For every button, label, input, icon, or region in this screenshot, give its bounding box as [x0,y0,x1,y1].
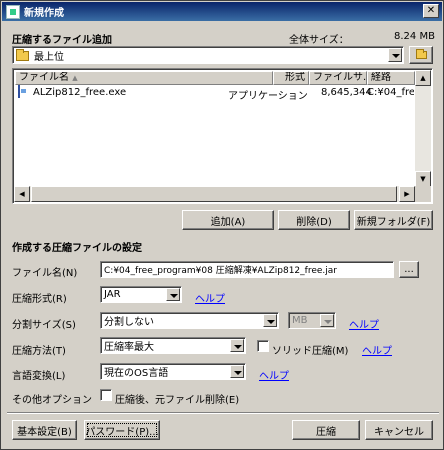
split-unit-select: MB [288,312,336,329]
folder-up-icon [415,49,427,59]
divider [7,412,439,414]
file-list-header: ファイル名 ▲ 形式 ファイルサ... 経路 [15,71,415,85]
compress-button[interactable]: 圧縮 [292,420,360,440]
format-help-link[interactable]: ヘルプ [195,290,225,305]
browse-button[interactable]: ... [399,261,419,278]
window-title: 新規作成 [24,8,64,19]
password-button[interactable]: パスワード(P)... [84,420,160,440]
chevron-down-icon[interactable] [388,48,402,62]
method-help-link[interactable]: ヘルプ [362,342,392,357]
total-size-value: 8.24 MB [394,31,435,42]
filename-label: ファイル名(N) [12,268,78,279]
title-bar: 新規作成 ✕ [2,2,442,21]
app-icon [6,4,20,19]
vertical-scrollbar[interactable]: ▲ ▼ [415,70,431,187]
scroll-up-icon[interactable]: ▲ [415,70,431,86]
column-name[interactable]: ファイル名 ▲ [15,71,273,85]
scroll-right-icon[interactable]: ▶ [399,186,415,202]
column-size[interactable]: ファイルサ... [309,71,367,85]
location-value: 最上位 [34,51,64,63]
format-select[interactable]: JAR [100,286,182,303]
folder-up-button[interactable] [409,46,433,64]
scroll-left-icon[interactable]: ◀ [14,186,30,202]
language-value: 現在のOS言語 [104,368,169,379]
chevron-down-icon[interactable] [166,288,180,301]
solid-compression-checkbox[interactable] [257,340,269,352]
add-files-heading: 圧縮するファイル追加 [12,35,112,46]
chevron-down-icon[interactable] [230,365,244,378]
total-size-label: 全体サイズ： [289,35,349,46]
settings-heading: 作成する圧縮ファイルの設定 [12,243,142,254]
split-select[interactable]: 分割しない [100,312,279,329]
filename-value: C:¥04_free_program¥08 圧縮解凍¥ALZip812_free… [104,266,337,276]
solid-compression-label: ソリッド圧縮(M) [272,346,349,357]
folder-icon [16,49,29,61]
scroll-thumb[interactable] [31,186,397,202]
sort-asc-icon: ▲ [72,74,78,82]
column-type[interactable]: 形式 [273,71,309,85]
other-options-label: その他オプション [12,395,92,406]
split-help-link[interactable]: ヘルプ [349,316,379,331]
split-value: 分割しない [104,317,154,328]
add-button[interactable]: 追加(A) [182,210,274,230]
language-select[interactable]: 現在のOS言語 [100,363,246,380]
exe-file-icon [18,85,20,98]
file-type: アプリケーション [228,91,308,102]
close-button[interactable]: ✕ [423,4,439,18]
scroll-corner [415,186,431,202]
language-help-link[interactable]: ヘルプ [259,367,289,382]
chevron-down-icon[interactable] [230,339,244,352]
new-folder-button[interactable]: 新規フォルダ(F) [354,210,433,230]
delete-after-label: 圧縮後、元ファイル削除(E) [115,395,240,406]
format-value: JAR [104,289,121,300]
language-label: 言語変換(L) [12,371,66,382]
file-path: C:¥04_free_progra [367,87,414,98]
delete-button[interactable]: 削除(D) [278,210,350,230]
close-icon: ✕ [426,5,436,16]
cancel-button[interactable]: キャンセル [365,420,433,440]
horizontal-scrollbar[interactable]: ◀ ▶ [14,186,415,202]
file-name: ALZip812_free.exe [33,87,127,98]
chevron-down-icon [320,314,334,327]
filename-input[interactable]: C:¥04_free_program¥08 圧縮解凍¥ALZip812_free… [100,261,394,278]
split-unit-value: MB [292,315,308,326]
file-size: 8,645,344 [321,87,372,98]
new-archive-dialog: 新規作成 ✕ 圧縮するファイル追加 全体サイズ： 8.24 MB 最上位 ファイ… [0,0,444,450]
file-list[interactable]: ファイル名 ▲ 形式 ファイルサ... 経路 ALZip812_free.exe… [12,68,433,204]
method-label: 圧縮方法(T) [12,346,66,357]
method-select[interactable]: 圧縮率最大 [100,337,246,354]
method-value: 圧縮率最大 [104,342,154,353]
delete-after-checkbox[interactable] [100,389,112,401]
format-label: 圧縮形式(R) [12,294,67,305]
list-item[interactable]: ALZip812_free.exe アプリケーション 8,645,344 C:¥… [16,85,414,102]
chevron-down-icon[interactable] [263,314,277,327]
location-select[interactable]: 最上位 [12,46,404,64]
column-path[interactable]: 経路 [367,71,415,85]
scroll-down-icon[interactable]: ▼ [415,171,431,187]
split-label: 分割サイズ(S) [12,320,76,331]
basic-settings-button[interactable]: 基本設定(B) [12,420,77,440]
